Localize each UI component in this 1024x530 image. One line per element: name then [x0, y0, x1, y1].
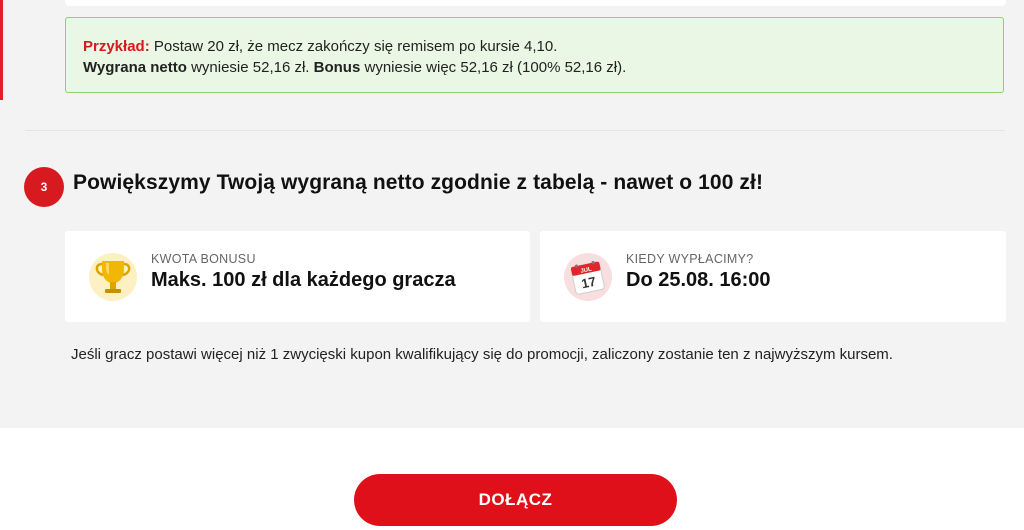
left-accent-bar [0, 0, 3, 100]
join-button[interactable]: DOŁĄCZ [354, 474, 677, 526]
bonus-amount-card: KWOTA BONUSU Maks. 100 zł dla każdego gr… [65, 231, 530, 322]
example-line-2: Wygrana netto wyniesie 52,16 zł. Bonus w… [83, 57, 1003, 78]
trophy-icon [89, 253, 137, 301]
promo-panel: Przykład: Postaw 20 zł, że mecz zakończy… [0, 0, 1024, 428]
example-text: Postaw 20 zł, że mecz zakończy się remis… [149, 38, 558, 55]
payout-date-caption: KIEDY WYPŁACIMY? [626, 252, 754, 266]
section-divider [25, 130, 1005, 131]
bonus-amount-value: Maks. 100 zł dla każdego gracza [151, 269, 456, 291]
bonus-text: wyniesie więc 52,16 zł (100% 52,16 zł). [360, 59, 627, 76]
step-number-badge: 3 [24, 167, 64, 207]
calendar-icon: JUL 17 [564, 253, 612, 301]
net-win-text: wyniesie 52,16 zł. [186, 59, 314, 76]
example-label: Przykład: [83, 38, 150, 55]
promo-note: Jeśli gracz postawi więcej niż 1 zwycięs… [71, 346, 893, 363]
step-title: Powiększymy Twoją wygraną netto zgodnie … [73, 171, 764, 194]
calendar-day: 17 [580, 274, 597, 292]
bonus-label: Bonus [313, 59, 361, 76]
example-box: Przykład: Postaw 20 zł, że mecz zakończy… [65, 17, 1004, 93]
payout-date-value: Do 25.08. 16:00 [626, 269, 771, 291]
net-win-label: Wygrana netto [83, 59, 187, 76]
example-line-1: Przykład: Postaw 20 zł, że mecz zakończy… [83, 36, 1003, 57]
payout-date-card: JUL 17 KIEDY WYPŁACIMY? Do 25.08. 16:00 [540, 231, 1006, 322]
bonus-amount-caption: KWOTA BONUSU [151, 252, 256, 266]
previous-card-edge [65, 0, 1006, 6]
